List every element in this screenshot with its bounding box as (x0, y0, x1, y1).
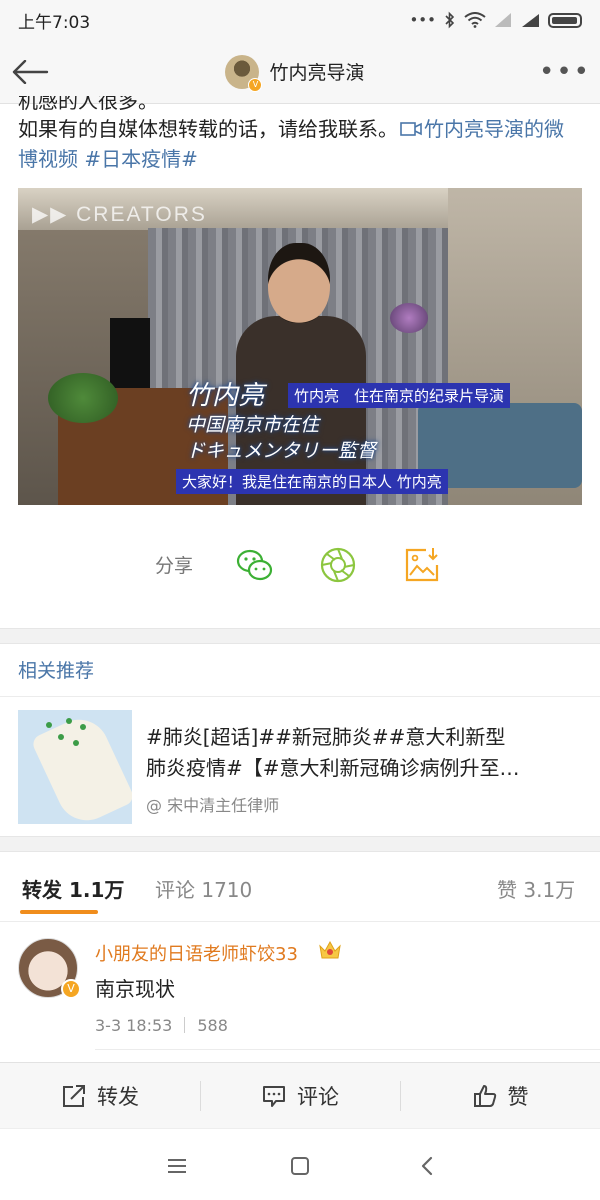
divider (0, 696, 600, 697)
video-scene-plant (48, 373, 118, 423)
verified-badge-icon: V (61, 979, 81, 999)
video-watermark: ▶▶ CREATORS (32, 203, 207, 226)
like-label: 赞 (507, 1085, 529, 1109)
system-nav-bar (0, 1128, 600, 1200)
verified-badge-icon: V (248, 77, 263, 92)
section-divider (0, 836, 600, 852)
caption-title-cn: 竹内亮 住在南京的纪录片导演 (288, 383, 511, 408)
interaction-tabs: 转发 1.1万 评论 1710 赞 3.1万 (0, 852, 600, 922)
battery-icon (548, 12, 582, 28)
related-author[interactable]: @ 宋中清主任律师 (146, 792, 279, 816)
video-scene-flower (390, 303, 428, 333)
map-marker (46, 722, 52, 728)
back-button[interactable] (0, 40, 60, 104)
comment-button[interactable]: 评论 (200, 1063, 400, 1129)
comment-meta: 3-3 18:53 588 (95, 1016, 228, 1035)
related-line: 肺炎疫情#【#意大利新冠确诊病例升至… (146, 756, 520, 780)
page-title: 竹内亮导演 (269, 62, 365, 84)
comment-icon (263, 1086, 285, 1107)
home-icon (291, 1157, 309, 1175)
tab-reposts[interactable]: 转发 1.1万 (22, 874, 124, 903)
nav-user[interactable]: V 竹内亮导演 (60, 54, 530, 92)
video-scene-tv (110, 318, 150, 388)
status-bar: 上午7:03 ••• (0, 0, 600, 40)
repost-icon (63, 1085, 85, 1107)
action-bar: 转发 评论 赞 (0, 1062, 600, 1128)
related-text: #肺炎[超话]##新冠肺炎##意大利新型 肺炎疫情#【#意大利新冠确诊病例升至… (146, 722, 586, 784)
crown-badge-icon (319, 940, 341, 959)
caption-subtitle-cn: 大家好！我是住在南京的日本人 竹内亮 (176, 469, 448, 494)
like-button[interactable]: 赞 (400, 1063, 600, 1129)
bluetooth-icon (445, 11, 455, 29)
nav-bar: V 竹内亮导演 ••• (0, 40, 600, 104)
video-person-head (268, 243, 330, 323)
list-item: V 小朋友的日语老师虾饺33 南京现状 3-3 18:53 588 (0, 930, 600, 1060)
repost-label: 转发 (97, 1085, 139, 1109)
related-card[interactable]: #肺炎[超话]##新冠肺炎##意大利新型 肺炎疫情#【#意大利新冠确诊病例升至…… (18, 710, 588, 828)
menu-icon (168, 1159, 186, 1173)
section-divider (0, 628, 600, 644)
map-marker (80, 724, 86, 730)
comment-date: 3-3 18:53 (95, 1016, 173, 1035)
play-mark-icon: ▶▶ (32, 203, 77, 226)
hd-signal-icon (522, 14, 539, 27)
map-marker (58, 734, 64, 740)
back-arrow-icon (12, 59, 49, 84)
tab-comments[interactable]: 评论 1710 (155, 874, 252, 903)
comment-text: 南京现状 (95, 977, 175, 1001)
home-button[interactable] (285, 1151, 315, 1181)
share-label: 分享 (155, 555, 194, 577)
comment-label: 评论 (297, 1085, 339, 1109)
related-line: #肺炎[超话]##新冠肺炎##意大利新型 (146, 725, 506, 749)
comment-count: 588 (197, 1016, 228, 1035)
save-image-icon[interactable] (402, 545, 442, 585)
related-section-title: 相关推荐 (18, 660, 95, 682)
map-marker (66, 718, 72, 724)
system-back-button[interactable] (412, 1151, 442, 1181)
tab-active-indicator (20, 910, 98, 914)
moments-icon[interactable] (318, 545, 358, 585)
status-icons: ••• (409, 11, 582, 29)
caption-jp-line3: ドキュメンタリー監督 (186, 440, 377, 462)
thumbs-up-icon (473, 1085, 496, 1107)
caption-jp-line2: 中国南京市在住 (186, 414, 320, 436)
post-body: 机感的人很多。 如果有的自媒体想转载的话，请给我联系。 竹内亮导演的微博视频 #日… (18, 96, 583, 174)
video-link-icon (400, 122, 422, 136)
video-player[interactable]: ▶▶ CREATORS 竹内亮 竹内亮 住在南京的纪录片导演 中国南京市在住 ド… (18, 188, 582, 505)
avatar[interactable]: V (18, 938, 81, 999)
map-thumbnail (18, 710, 132, 824)
hashtag-link[interactable]: #日本疫情# (84, 147, 198, 171)
more-button[interactable]: ••• (530, 40, 600, 104)
map-marker (73, 740, 79, 746)
dots-icon: ••• (409, 11, 436, 29)
more-dots-icon: ••• (538, 56, 591, 87)
post-clipped-line: 机感的人很多。 (18, 96, 158, 113)
post-text-line: 如果有的自媒体想转载的话，请给我联系。 (18, 117, 398, 141)
caption-name-jp: 竹内亮 (186, 381, 265, 411)
signal-icon (495, 13, 511, 27)
wifi-icon (464, 12, 486, 28)
wechat-icon[interactable] (235, 545, 275, 585)
divider (95, 1049, 600, 1050)
share-row: 分享 (0, 535, 600, 595)
chevron-left-icon (421, 1156, 433, 1176)
comment-username[interactable]: 小朋友的日语老师虾饺33 (95, 940, 298, 966)
tab-likes[interactable]: 赞 3.1万 (497, 874, 575, 903)
repost-button[interactable]: 转发 (0, 1063, 200, 1129)
menu-button[interactable] (162, 1151, 192, 1181)
avatar[interactable]: V (225, 54, 263, 92)
status-time: 上午7:03 (18, 12, 91, 33)
meta-separator (184, 1017, 186, 1033)
